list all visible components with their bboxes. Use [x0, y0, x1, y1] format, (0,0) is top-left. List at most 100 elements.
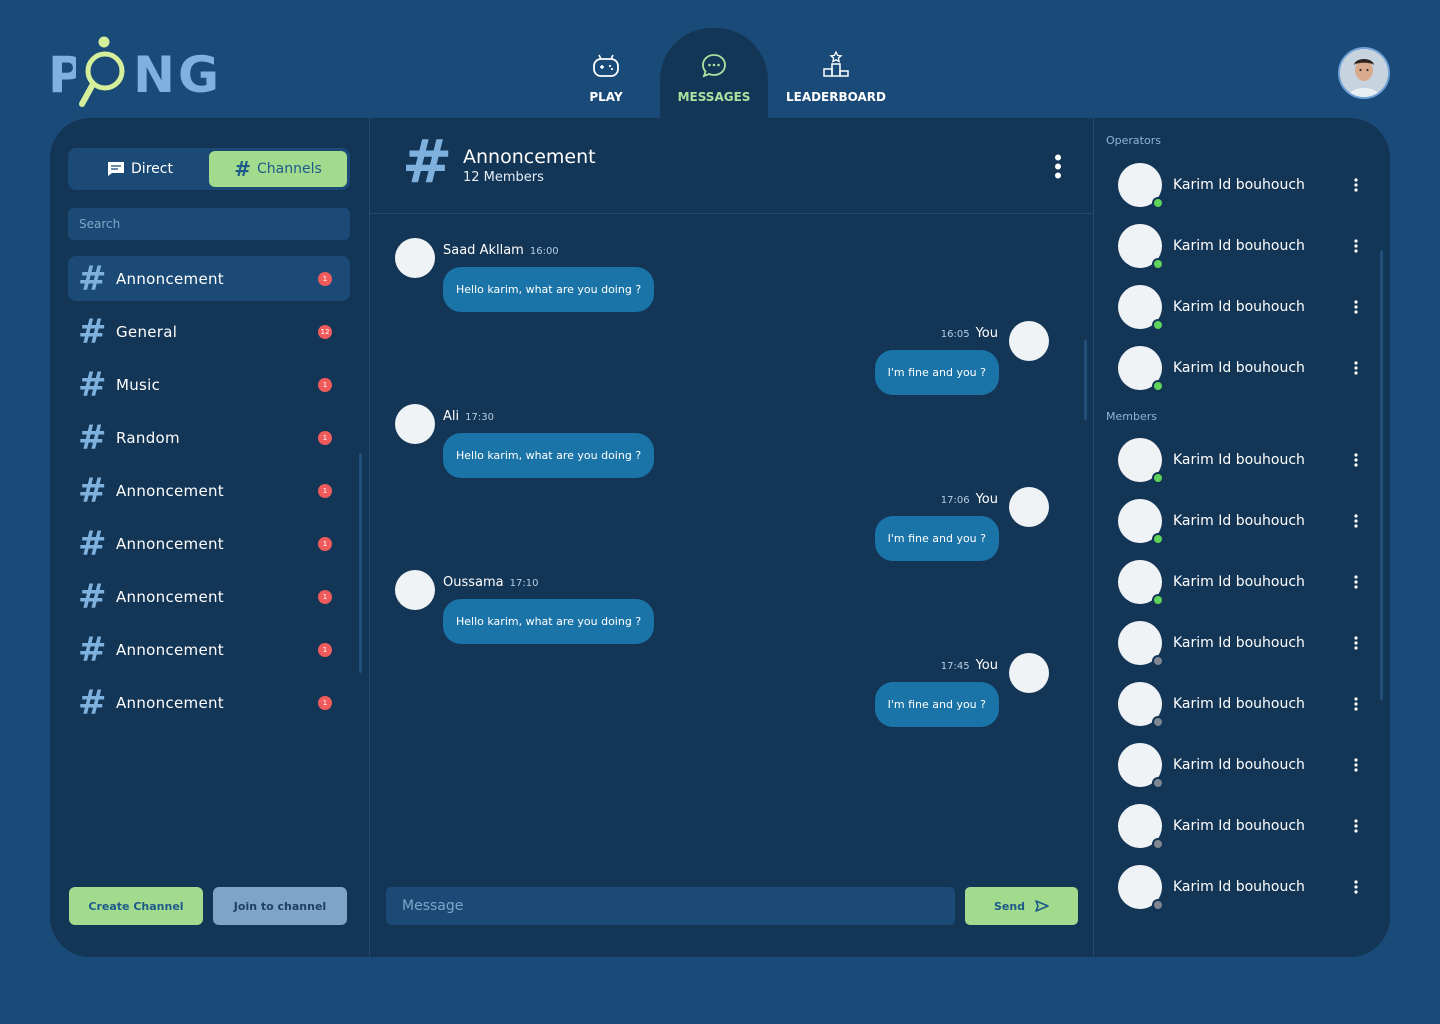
channel-name: Annoncement	[116, 481, 224, 500]
more-options-icon[interactable]	[1354, 758, 1358, 772]
status-indicator	[1152, 258, 1164, 270]
more-options-icon[interactable]	[1354, 636, 1358, 650]
avatar[interactable]	[1118, 346, 1164, 392]
channel-item[interactable]: # Annoncement 1	[68, 627, 350, 672]
avatar[interactable]	[395, 404, 435, 444]
avatar[interactable]	[1118, 560, 1164, 606]
message-icon	[108, 162, 125, 176]
members-panel: Operators Members Karim Id bouhouch Karim…	[1094, 118, 1390, 957]
member-row[interactable]: Karim Id bouhouch	[1118, 559, 1368, 606]
channel-item[interactable]: # Annoncement 1	[68, 574, 350, 619]
avatar[interactable]	[1118, 163, 1164, 209]
sender-name: You	[975, 658, 998, 673]
member-name: Karim Id bouhouch	[1173, 574, 1305, 590]
message-time: 16:05	[940, 329, 970, 340]
member-row[interactable]: Karim Id bouhouch	[1118, 681, 1368, 728]
more-options-icon[interactable]	[1354, 300, 1358, 314]
send-button[interactable]: Send	[965, 887, 1078, 925]
ping-pong-paddle-icon	[76, 36, 132, 108]
status-indicator	[1152, 319, 1164, 331]
message-bubble: Hello karim, what are you doing ?	[443, 599, 655, 644]
nav-messages[interactable]: MESSAGES	[660, 28, 768, 118]
more-options-icon[interactable]	[1354, 880, 1358, 894]
nav-messages-label: MESSAGES	[677, 90, 751, 104]
avatar[interactable]	[1118, 621, 1164, 667]
member-row[interactable]: Karim Id bouhouch	[1118, 437, 1368, 484]
more-options-icon[interactable]	[1354, 819, 1358, 833]
member-row[interactable]: Karim Id bouhouch	[1118, 162, 1368, 209]
hash-icon: #	[78, 629, 107, 670]
tab-channels[interactable]: # Channels	[209, 151, 347, 187]
avatar[interactable]	[1118, 438, 1164, 484]
user-avatar[interactable]	[1338, 47, 1390, 99]
channel-name: Annoncement	[116, 693, 224, 712]
avatar[interactable]	[1118, 224, 1164, 270]
member-row[interactable]: Karim Id bouhouch	[1118, 742, 1368, 789]
avatar[interactable]	[1009, 321, 1049, 361]
hash-icon: #	[78, 311, 107, 352]
channel-item[interactable]: # Annoncement 1	[68, 256, 350, 301]
avatar[interactable]	[1118, 743, 1164, 789]
member-row[interactable]: Karim Id bouhouch	[1118, 345, 1368, 392]
channel-name: General	[116, 322, 178, 341]
more-options-icon[interactable]	[1354, 697, 1358, 711]
member-row[interactable]: Karim Id bouhouch	[1118, 620, 1368, 667]
avatar[interactable]	[1118, 285, 1164, 331]
conversation-type-switch: Direct # Channels	[68, 148, 350, 190]
hash-icon: #	[234, 157, 251, 181]
avatar[interactable]	[1118, 804, 1164, 850]
avatar[interactable]	[1009, 487, 1049, 527]
member-row[interactable]: Karim Id bouhouch	[1118, 864, 1368, 911]
message-input[interactable]	[386, 887, 955, 925]
create-channel-button[interactable]: Create Channel	[69, 887, 203, 925]
channel-item[interactable]: # Annoncement 1	[68, 680, 350, 725]
avatar[interactable]	[1118, 499, 1164, 545]
nav-play[interactable]: PLAY	[552, 28, 660, 118]
hash-icon: #	[78, 576, 107, 617]
unread-badge: 1	[318, 484, 332, 498]
more-options-icon[interactable]	[1354, 575, 1358, 589]
more-options-icon[interactable]	[1354, 361, 1358, 375]
avatar[interactable]	[1118, 682, 1164, 728]
more-options-icon[interactable]	[1354, 239, 1358, 253]
avatar[interactable]	[395, 570, 435, 610]
message-time: 17:30	[465, 412, 494, 423]
status-indicator	[1152, 838, 1164, 850]
channel-item[interactable]: # Music 1	[68, 362, 350, 407]
channel-item[interactable]: # Annoncement 1	[68, 468, 350, 513]
status-indicator	[1152, 899, 1164, 911]
status-indicator	[1152, 716, 1164, 728]
channel-item[interactable]: # Annoncement 1	[68, 521, 350, 566]
sender-line: 16:05 You	[941, 326, 998, 341]
join-channel-button[interactable]: Join to channel	[213, 887, 347, 925]
member-row[interactable]: Karim Id bouhouch	[1118, 803, 1368, 850]
member-count: 12 Members	[463, 170, 544, 185]
member-row[interactable]: Karim Id bouhouch	[1118, 223, 1368, 270]
hash-icon: #	[78, 364, 107, 405]
more-options-icon[interactable]	[1354, 178, 1358, 192]
tab-direct[interactable]: Direct	[71, 151, 209, 187]
hash-icon: #	[78, 417, 107, 458]
more-options-icon[interactable]	[1354, 453, 1358, 467]
search-input[interactable]	[68, 208, 350, 240]
more-options-icon[interactable]	[1054, 154, 1062, 180]
avatar[interactable]	[1009, 653, 1049, 693]
members-scrollbar[interactable]	[1380, 250, 1383, 700]
more-options-icon[interactable]	[1354, 514, 1358, 528]
member-row[interactable]: Karim Id bouhouch	[1118, 498, 1368, 545]
member-name: Karim Id bouhouch	[1173, 513, 1305, 529]
chat-area: # Annoncement 12 Members Saad Akllam 16:0…	[370, 118, 1094, 957]
member-name: Karim Id bouhouch	[1173, 360, 1305, 376]
channel-name: Music	[116, 375, 161, 394]
avatar[interactable]	[395, 238, 435, 278]
channel-item[interactable]: # General 12	[68, 309, 350, 354]
sender-line: Ali 17:30	[443, 409, 494, 424]
channel-item[interactable]: # Random 1	[68, 415, 350, 460]
sidebar-scrollbar[interactable]	[359, 453, 362, 673]
member-name: Karim Id bouhouch	[1173, 696, 1305, 712]
chat-scrollbar[interactable]	[1084, 340, 1087, 420]
pong-logo[interactable]: PONG	[48, 36, 219, 112]
nav-leaderboard[interactable]: LEADERBOARD	[768, 28, 904, 118]
member-row[interactable]: Karim Id bouhouch	[1118, 284, 1368, 331]
avatar[interactable]	[1118, 865, 1164, 911]
